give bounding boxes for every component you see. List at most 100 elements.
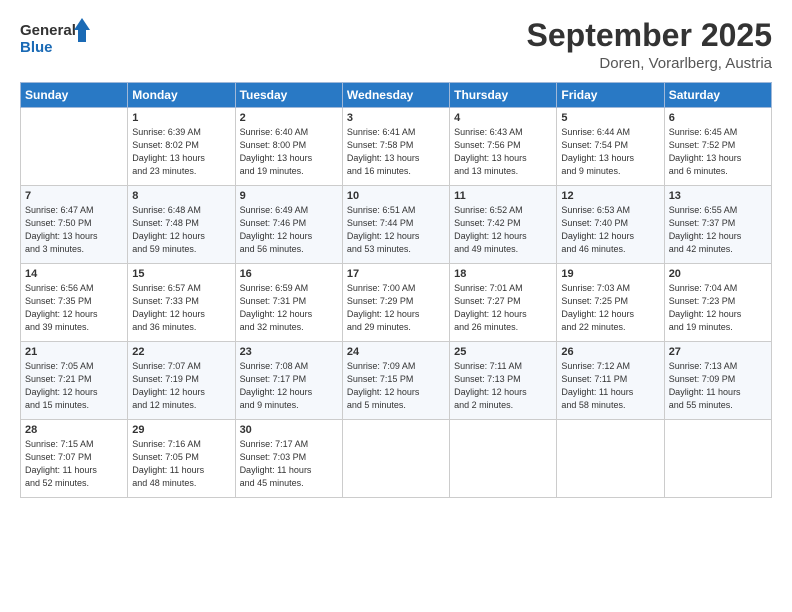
day-info: Sunrise: 7:09 AM Sunset: 7:15 PM Dayligh…: [347, 360, 445, 412]
header-row: SundayMondayTuesdayWednesdayThursdayFrid…: [21, 83, 772, 108]
day-number: 6: [669, 112, 767, 124]
day-info: Sunrise: 7:13 AM Sunset: 7:09 PM Dayligh…: [669, 360, 767, 412]
day-info: Sunrise: 6:53 AM Sunset: 7:40 PM Dayligh…: [561, 204, 659, 256]
day-number: 11: [454, 190, 552, 202]
calendar-cell: 11 Sunrise: 6:52 AM Sunset: 7:42 PM Dayli…: [450, 186, 557, 264]
calendar-cell: [557, 420, 664, 498]
day-number: 24: [347, 346, 445, 358]
day-info: Sunrise: 6:39 AM Sunset: 8:02 PM Dayligh…: [132, 126, 230, 178]
day-number: 7: [25, 190, 123, 202]
calendar-cell: 25 Sunrise: 7:11 AM Sunset: 7:13 PM Dayli…: [450, 342, 557, 420]
day-number: 8: [132, 190, 230, 202]
calendar-cell: [450, 420, 557, 498]
day-info: Sunrise: 6:59 AM Sunset: 7:31 PM Dayligh…: [240, 282, 338, 334]
day-info: Sunrise: 6:40 AM Sunset: 8:00 PM Dayligh…: [240, 126, 338, 178]
day-info: Sunrise: 6:47 AM Sunset: 7:50 PM Dayligh…: [25, 204, 123, 256]
calendar-cell: 3Sunrise: 6:41 AM Sunset: 7:58 PM Daylig…: [342, 108, 449, 186]
day-number: 17: [347, 268, 445, 280]
day-number: 14: [25, 268, 123, 280]
day-info: Sunrise: 6:51 AM Sunset: 7:44 PM Dayligh…: [347, 204, 445, 256]
day-info: Sunrise: 6:55 AM Sunset: 7:37 PM Dayligh…: [669, 204, 767, 256]
day-number: 9: [240, 190, 338, 202]
svg-text:Blue: Blue: [20, 39, 53, 56]
day-number: 25: [454, 346, 552, 358]
calendar-cell: 15 Sunrise: 6:57 AM Sunset: 7:33 PM Dayli…: [128, 264, 235, 342]
calendar-cell: 19 Sunrise: 7:03 AM Sunset: 7:25 PM Dayli…: [557, 264, 664, 342]
calendar-cell: 14Sunrise: 6:56 AM Sunset: 7:35 PM Dayli…: [21, 264, 128, 342]
calendar-cell: 29Sunrise: 7:16 AM Sunset: 7:05 PM Dayli…: [128, 420, 235, 498]
day-info: Sunrise: 7:05 AM Sunset: 7:21 PM Dayligh…: [25, 360, 123, 412]
day-number: 20: [669, 268, 767, 280]
day-info: Sunrise: 6:44 AM Sunset: 7:54 PM Dayligh…: [561, 126, 659, 178]
calendar-cell: [342, 420, 449, 498]
day-number: 5: [561, 112, 659, 124]
title-block: September 2025 Doren, Vorarlberg, Austri…: [527, 18, 772, 72]
day-info: Sunrise: 7:00 AM Sunset: 7:29 PM Dayligh…: [347, 282, 445, 334]
calendar-cell: [664, 420, 771, 498]
day-info: Sunrise: 6:52 AM Sunset: 7:42 PM Dayligh…: [454, 204, 552, 256]
day-number: 12: [561, 190, 659, 202]
day-number: 30: [240, 424, 338, 436]
calendar-cell: 13 Sunrise: 6:55 AM Sunset: 7:37 PM Dayli…: [664, 186, 771, 264]
col-header-sunday: Sunday: [21, 83, 128, 108]
calendar-cell: 18 Sunrise: 7:01 AM Sunset: 7:27 PM Dayli…: [450, 264, 557, 342]
calendar-cell: 24 Sunrise: 7:09 AM Sunset: 7:15 PM Dayli…: [342, 342, 449, 420]
calendar-cell: 28 Sunrise: 7:15 AM Sunset: 7:07 PM Dayli…: [21, 420, 128, 498]
calendar-cell: 7 Sunrise: 6:47 AM Sunset: 7:50 PM Daylig…: [21, 186, 128, 264]
day-number: 23: [240, 346, 338, 358]
calendar-cell: [21, 108, 128, 186]
day-info: Sunrise: 6:45 AM Sunset: 7:52 PM Dayligh…: [669, 126, 767, 178]
day-info: Sunrise: 7:15 AM Sunset: 7:07 PM Dayligh…: [25, 438, 123, 490]
svg-text:General: General: [20, 22, 76, 39]
day-info: Sunrise: 7:12 AM Sunset: 7:11 PM Dayligh…: [561, 360, 659, 412]
day-info: Sunrise: 7:08 AM Sunset: 7:17 PM Dayligh…: [240, 360, 338, 412]
day-number: 1: [132, 112, 230, 124]
calendar-cell: 12 Sunrise: 6:53 AM Sunset: 7:40 PM Dayli…: [557, 186, 664, 264]
calendar-cell: 17 Sunrise: 7:00 AM Sunset: 7:29 PM Dayli…: [342, 264, 449, 342]
day-info: Sunrise: 7:04 AM Sunset: 7:23 PM Dayligh…: [669, 282, 767, 334]
calendar-cell: 9Sunrise: 6:49 AM Sunset: 7:46 PM Daylig…: [235, 186, 342, 264]
day-number: 4: [454, 112, 552, 124]
calendar-cell: 26 Sunrise: 7:12 AM Sunset: 7:11 PM Dayli…: [557, 342, 664, 420]
col-header-thursday: Thursday: [450, 83, 557, 108]
day-number: 21: [25, 346, 123, 358]
calendar-cell: 20 Sunrise: 7:04 AM Sunset: 7:23 PM Dayli…: [664, 264, 771, 342]
day-number: 29: [132, 424, 230, 436]
page: General Blue September 2025 Doren, Vorar…: [0, 0, 792, 612]
logo-svg: General Blue: [20, 18, 90, 56]
day-info: Sunrise: 7:07 AM Sunset: 7:19 PM Dayligh…: [132, 360, 230, 412]
day-number: 3: [347, 112, 445, 124]
calendar-cell: 23 Sunrise: 7:08 AM Sunset: 7:17 PM Dayli…: [235, 342, 342, 420]
calendar-cell: 1 Sunrise: 6:39 AM Sunset: 8:02 PM Daylig…: [128, 108, 235, 186]
day-number: 16: [240, 268, 338, 280]
col-header-saturday: Saturday: [664, 83, 771, 108]
calendar-cell: 4 Sunrise: 6:43 AM Sunset: 7:56 PM Daylig…: [450, 108, 557, 186]
calendar-cell: 27 Sunrise: 7:13 AM Sunset: 7:09 PM Dayli…: [664, 342, 771, 420]
day-info: Sunrise: 7:03 AM Sunset: 7:25 PM Dayligh…: [561, 282, 659, 334]
day-info: Sunrise: 6:43 AM Sunset: 7:56 PM Dayligh…: [454, 126, 552, 178]
day-info: Sunrise: 7:11 AM Sunset: 7:13 PM Dayligh…: [454, 360, 552, 412]
day-info: Sunrise: 7:01 AM Sunset: 7:27 PM Dayligh…: [454, 282, 552, 334]
day-number: 22: [132, 346, 230, 358]
day-info: Sunrise: 6:57 AM Sunset: 7:33 PM Dayligh…: [132, 282, 230, 334]
calendar-cell: 10Sunrise: 6:51 AM Sunset: 7:44 PM Dayli…: [342, 186, 449, 264]
month-title: September 2025: [527, 18, 772, 53]
calendar-cell: 16 Sunrise: 6:59 AM Sunset: 7:31 PM Dayli…: [235, 264, 342, 342]
calendar-cell: 8 Sunrise: 6:48 AM Sunset: 7:48 PM Daylig…: [128, 186, 235, 264]
calendar-cell: 6 Sunrise: 6:45 AM Sunset: 7:52 PM Daylig…: [664, 108, 771, 186]
day-number: 28: [25, 424, 123, 436]
col-header-monday: Monday: [128, 83, 235, 108]
day-number: 2: [240, 112, 338, 124]
day-info: Sunrise: 6:48 AM Sunset: 7:48 PM Dayligh…: [132, 204, 230, 256]
header: General Blue September 2025 Doren, Vorar…: [20, 18, 772, 72]
calendar-table: SundayMondayTuesdayWednesdayThursdayFrid…: [20, 82, 772, 498]
col-header-friday: Friday: [557, 83, 664, 108]
calendar-cell: 5 Sunrise: 6:44 AM Sunset: 7:54 PM Daylig…: [557, 108, 664, 186]
day-number: 18: [454, 268, 552, 280]
day-number: 15: [132, 268, 230, 280]
calendar-cell: 2 Sunrise: 6:40 AM Sunset: 8:00 PM Daylig…: [235, 108, 342, 186]
day-number: 27: [669, 346, 767, 358]
day-number: 26: [561, 346, 659, 358]
day-number: 19: [561, 268, 659, 280]
day-number: 13: [669, 190, 767, 202]
